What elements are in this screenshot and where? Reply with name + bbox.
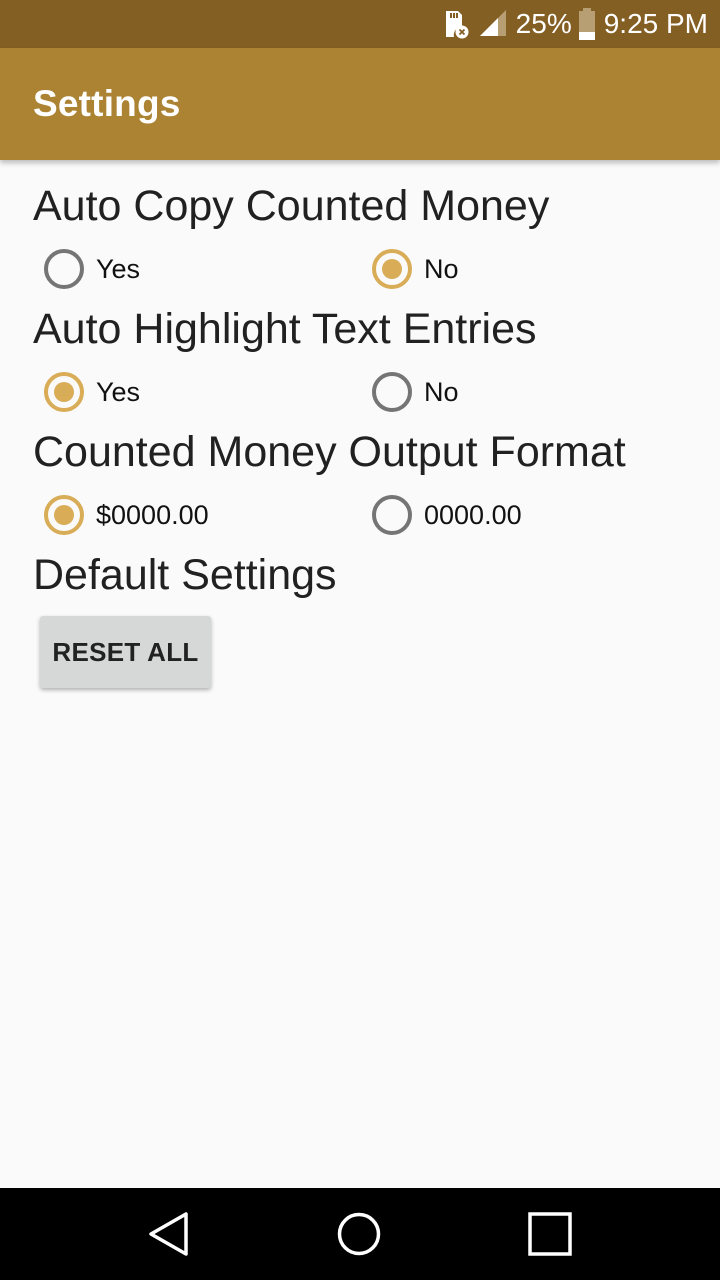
auto-highlight-no-radio[interactable]: No (372, 367, 459, 417)
auto-highlight-yes-radio[interactable]: Yes (44, 367, 140, 417)
recents-button[interactable] (500, 1188, 600, 1280)
auto-copy-no-radio[interactable]: No (372, 244, 459, 294)
home-button[interactable] (309, 1188, 409, 1280)
sd-card-error-icon (442, 9, 470, 39)
output-format-radio-group: $0000.00 0000.00 (0, 490, 720, 540)
navigation-bar (0, 1188, 720, 1280)
radio-button-unchecked-icon (372, 372, 412, 412)
default-settings-title: Default Settings (33, 551, 337, 599)
radio-button-checked-icon (44, 495, 84, 535)
auto-copy-radio-group: Yes No (0, 244, 720, 294)
back-icon (149, 1212, 188, 1256)
battery-icon (578, 8, 596, 40)
back-button[interactable] (120, 1188, 220, 1280)
home-icon (337, 1212, 381, 1256)
radio-button-checked-icon (44, 372, 84, 412)
radio-button-unchecked-icon (44, 249, 84, 289)
radio-label: Yes (96, 253, 141, 284)
reset-all-button[interactable]: RESET ALL (40, 616, 211, 688)
radio-button-checked-icon (372, 249, 412, 289)
radio-label: 0000.00 (424, 499, 522, 530)
radio-button-unchecked-icon (372, 495, 412, 535)
clock: 9:25 PM (603, 8, 708, 39)
recents-icon (528, 1212, 572, 1256)
page-title: Settings (33, 83, 181, 124)
radio-label: $0000.00 (96, 499, 209, 530)
radio-label: Yes (96, 376, 141, 407)
output-format-plain-radio[interactable]: 0000.00 (372, 490, 522, 540)
radio-label: No (424, 253, 459, 284)
auto-highlight-radio-group: Yes No (0, 367, 720, 417)
signal-icon (478, 10, 508, 38)
auto-copy-title: Auto Copy Counted Money (33, 182, 550, 230)
output-format-dollar-radio[interactable]: $0000.00 (44, 490, 209, 540)
auto-highlight-title: Auto Highlight Text Entries (33, 305, 537, 353)
status-bar: 25% 9:25 PM (0, 0, 720, 48)
auto-copy-yes-radio[interactable]: Yes (44, 244, 140, 294)
app-bar: Settings (0, 48, 720, 160)
battery-percent: 25% (515, 8, 572, 39)
radio-label: No (424, 376, 459, 407)
output-format-title: Counted Money Output Format (33, 428, 626, 476)
